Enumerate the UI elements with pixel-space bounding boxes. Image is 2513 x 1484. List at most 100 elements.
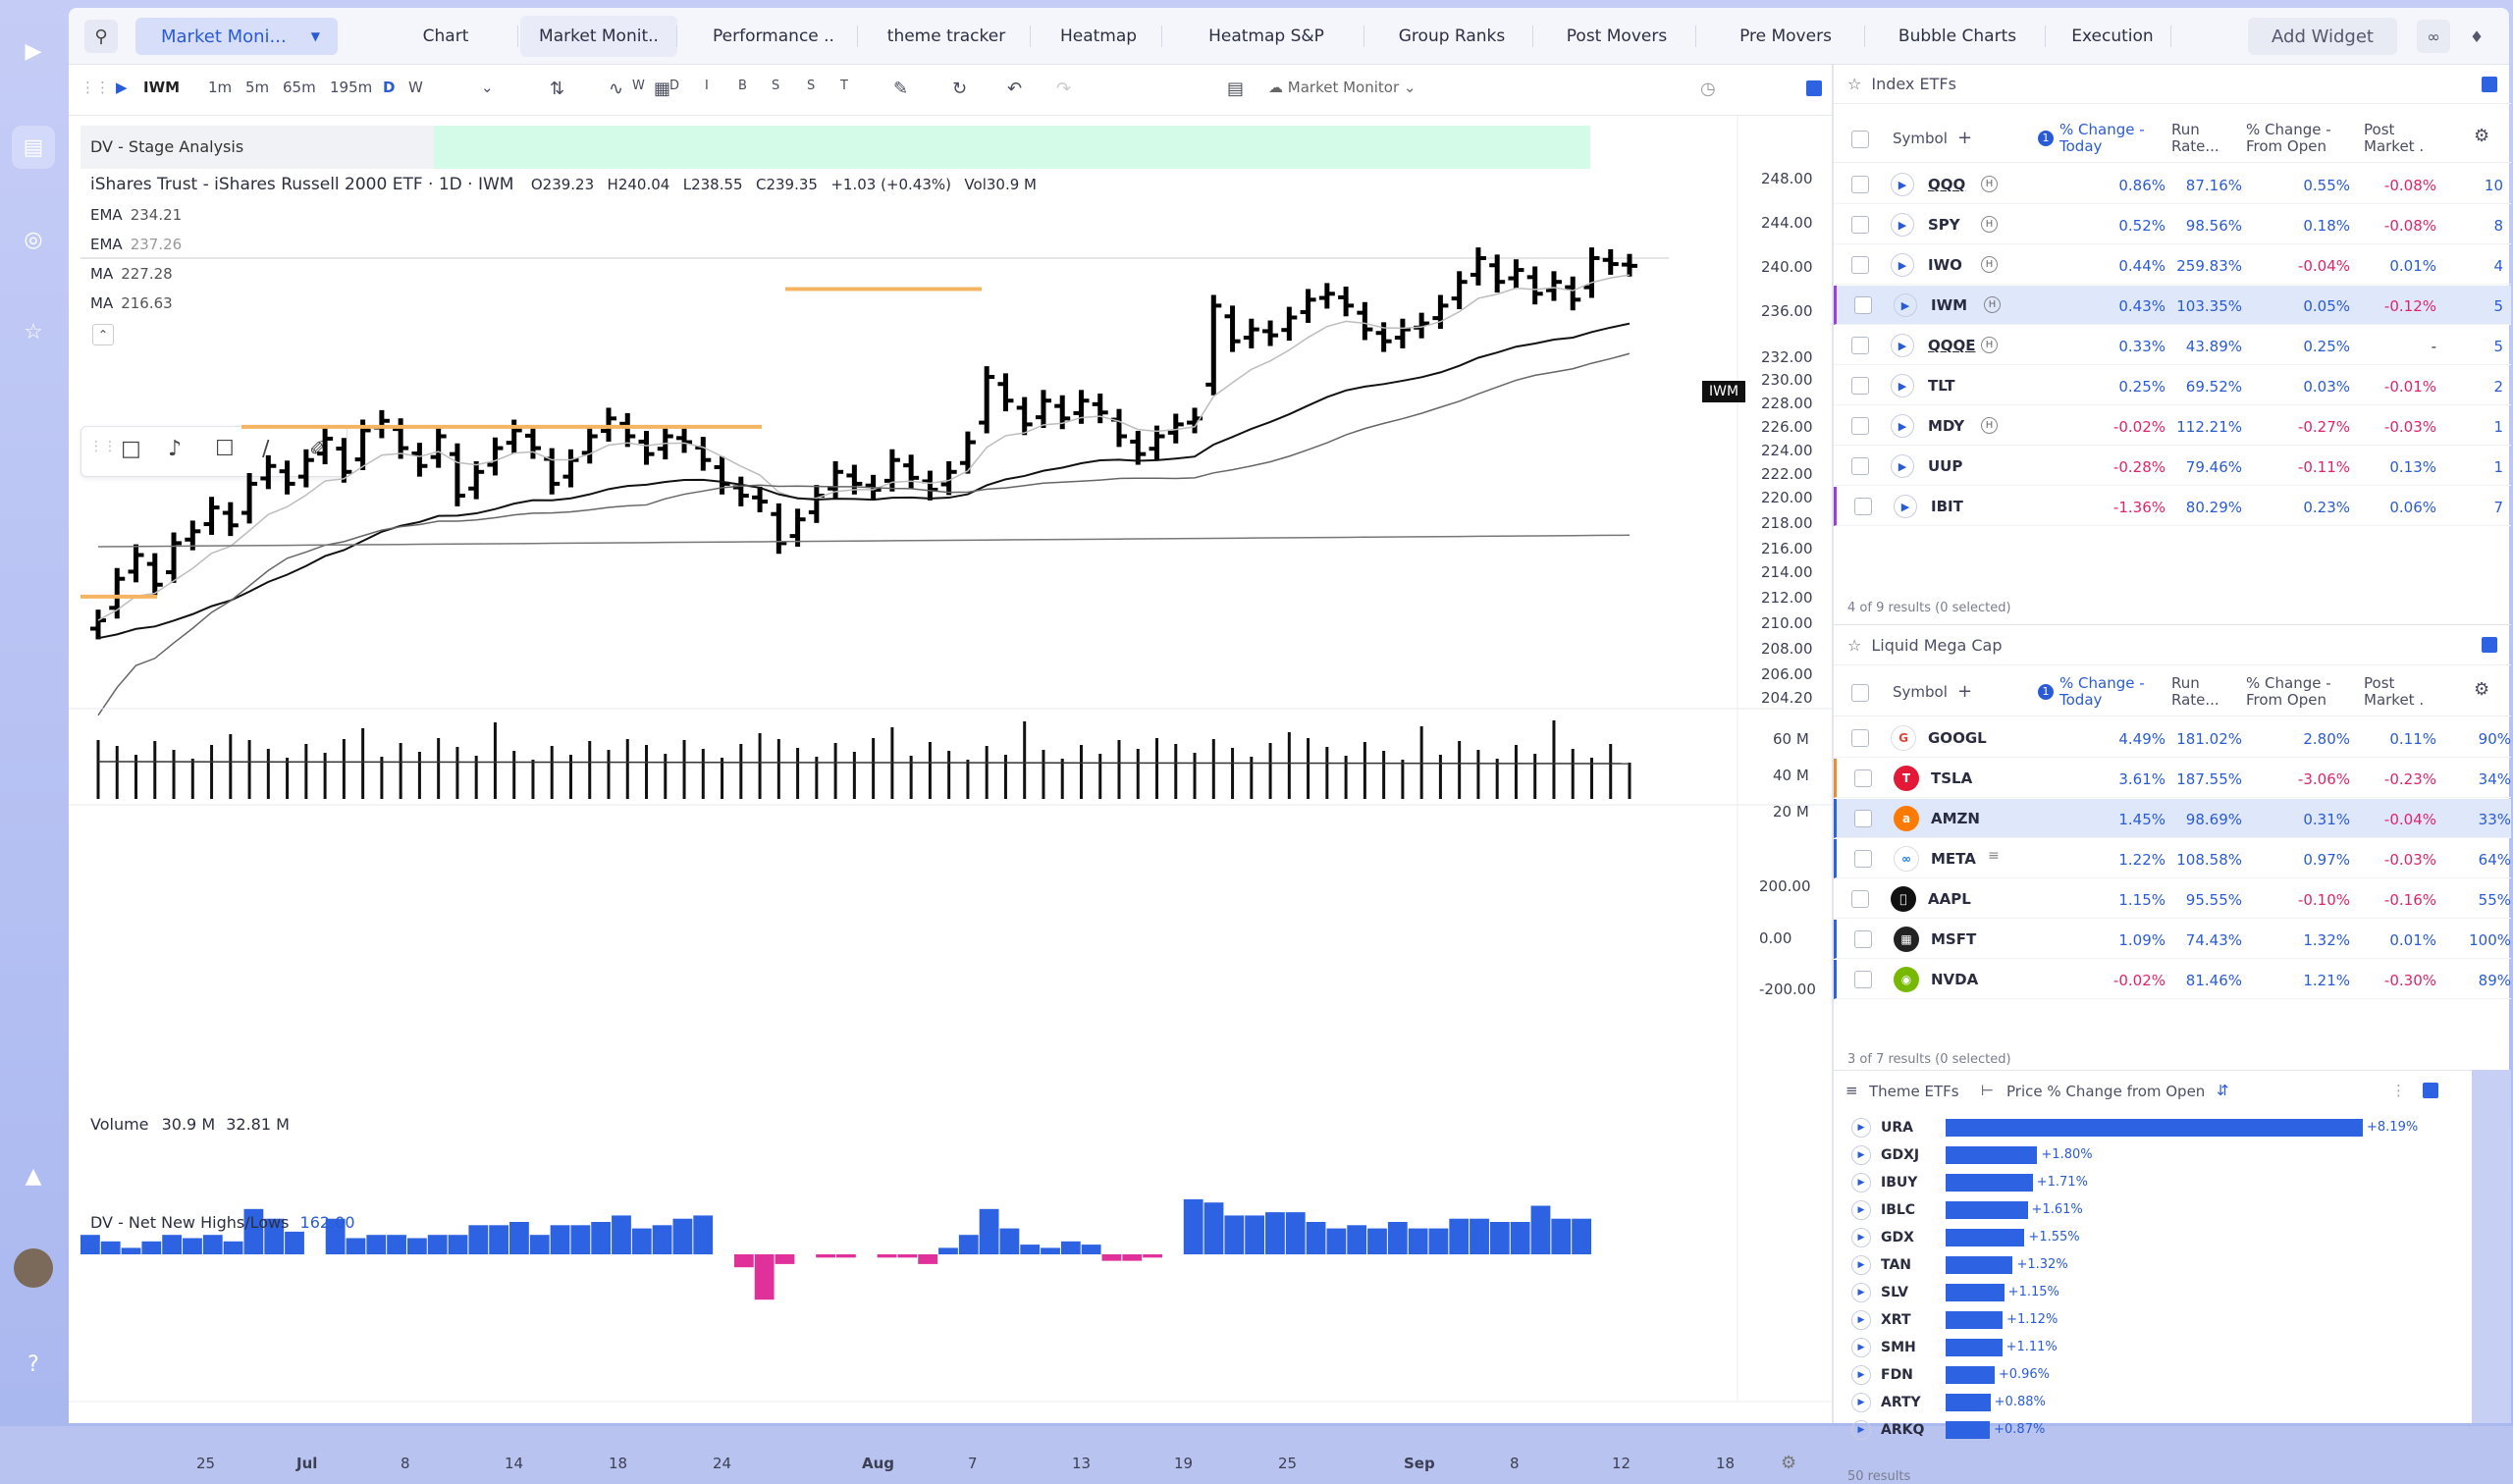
table-row[interactable]: ▶ QQQE H 0.33% 43.89% 0.25% - 5 (1834, 326, 2511, 365)
tab-group-ranks[interactable]: Group Ranks (1370, 16, 1533, 57)
play-icon[interactable]: ▶ (1851, 1200, 1871, 1220)
row-checkbox[interactable] (1854, 296, 1872, 314)
quick-button-1[interactable]: D (669, 79, 679, 93)
row-checkbox[interactable] (1851, 176, 1869, 193)
bell-icon[interactable]: ♦ (2460, 20, 2493, 53)
table-row[interactable]: T TSLA 3.61% 187.55% -3.06% -0.23% 34% (1834, 759, 2511, 798)
avatar[interactable] (14, 1248, 53, 1288)
collapse-legend-button[interactable]: ⌃ (92, 324, 114, 345)
quick-button-4[interactable]: S (772, 79, 779, 93)
column-symbol[interactable]: Symbol (1893, 131, 1948, 147)
theme-symbol[interactable]: SLV (1881, 1285, 1908, 1300)
settings-gear-icon[interactable]: ⚙ (2474, 128, 2489, 145)
symbol-input[interactable]: IWM (143, 79, 180, 96)
play-icon[interactable]: ▶ (1851, 1393, 1871, 1412)
pencil-icon[interactable]: ✎ (893, 79, 908, 99)
list-item[interactable]: ▶ TAN +1.32% (1834, 1251, 2511, 1279)
drag-handle-icon[interactable]: ⋮⋮ (89, 439, 117, 454)
row-checkbox[interactable] (1851, 890, 1869, 908)
theme-symbol[interactable]: XRT (1881, 1312, 1911, 1328)
play-icon[interactable]: ▶ (1851, 1228, 1871, 1247)
quick-button-2[interactable]: I (705, 79, 709, 93)
quick-button-0[interactable]: W (632, 79, 645, 93)
quick-button-6[interactable]: T (840, 79, 848, 93)
table-row[interactable]: ▶ MDY H -0.02% 112.21% -0.27% -0.03% 1 (1834, 406, 2511, 446)
row-symbol[interactable]: MSFT (1931, 930, 1976, 948)
column-change-today[interactable]: % Change - Today (2059, 675, 2148, 709)
star-icon[interactable]: ☆ (1847, 75, 1861, 93)
help-icon[interactable]: ? (12, 1343, 55, 1386)
indicators-icon[interactable]: ∿ (609, 79, 623, 99)
table-row[interactable]: ▶ TLT 0.25% 69.52% 0.03% -0.01% 2 (1834, 366, 2511, 405)
layout-grid-icon[interactable]: ▦ (654, 79, 670, 99)
education-icon[interactable]: ▲ (12, 1154, 55, 1197)
trendline-icon[interactable]: ∕ (262, 437, 269, 461)
tab-execution[interactable]: Execution (2054, 16, 2171, 57)
table-row[interactable]: ▶ SPY H 0.52% 98.56% 0.18% -0.08% 8 (1834, 205, 2511, 244)
row-symbol[interactable]: IBIT (1931, 498, 1963, 515)
tab-market-monit[interactable]: Market Monit.. (520, 16, 677, 57)
row-checkbox[interactable] (1854, 971, 1872, 988)
row-symbol[interactable]: GOOGL (1928, 729, 1987, 747)
row-checkbox[interactable] (1851, 216, 1869, 234)
template-icon[interactable]: ▤ (1227, 79, 1244, 99)
holdings-icon[interactable]: H (1984, 296, 2001, 313)
tab-theme-tracker[interactable]: theme tracker (862, 16, 1031, 57)
play-icon[interactable]: ▶ (116, 79, 128, 96)
list-item[interactable]: ▶ FDN +0.96% (1834, 1361, 2511, 1389)
row-checkbox[interactable] (1854, 930, 1872, 948)
tab-post-movers[interactable]: Post Movers (1537, 16, 1696, 57)
fib-icon[interactable]: ♪ (168, 437, 182, 461)
logo-icon[interactable]: ▶ (12, 29, 55, 73)
list-item[interactable]: ▶ GDX +1.55% (1834, 1224, 2511, 1251)
interval-5m[interactable]: 5m (245, 79, 269, 96)
table-row[interactable]: ▶ IBIT -1.36% 80.29% 0.23% 0.06% 7 (1834, 487, 2511, 526)
play-icon[interactable]: ▶ (1851, 1338, 1871, 1357)
link-color-icon[interactable] (2423, 1083, 2438, 1098)
table-row[interactable]: ▶ IWM H 0.43% 103.35% 0.05% -0.12% 5 (1834, 286, 2511, 325)
column-post-market[interactable]: Post Market . (2364, 675, 2442, 709)
table-row[interactable]: ▦ MSFT 1.09% 74.43% 1.32% 0.01% 100% (1834, 920, 2511, 959)
theme-symbol[interactable]: ARTY (1881, 1395, 1921, 1410)
column-run-rate[interactable]: Run Rate... (2171, 122, 2230, 155)
holdings-icon[interactable]: H (1981, 417, 1998, 434)
tab-performance[interactable]: Performance .. (689, 16, 858, 57)
list-item[interactable]: ▶ GDXJ +1.80% (1834, 1141, 2511, 1169)
link-color-icon[interactable] (2482, 77, 2497, 92)
row-symbol[interactable]: IWM (1931, 296, 1967, 314)
undo-icon[interactable]: ↶ (1007, 79, 1022, 99)
link-color-icon[interactable] (1806, 80, 1822, 96)
star-icon[interactable]: ☆ (1847, 636, 1861, 655)
play-icon[interactable]: ▶ (1851, 1173, 1871, 1192)
row-symbol[interactable]: IWO (1928, 256, 1962, 274)
table-row[interactable]:  AAPL 1.15% 95.55% -0.10% -0.16% 55% (1834, 879, 2511, 919)
interval-65m[interactable]: 65m (283, 79, 316, 96)
row-checkbox[interactable] (1851, 457, 1869, 475)
table-row[interactable]: ▶ UUP -0.28% 79.46% -0.11% 0.13% 1 (1834, 447, 2511, 486)
row-checkbox[interactable] (1854, 810, 1872, 827)
play-icon[interactable]: ▶ (1894, 293, 1917, 317)
theme-symbol[interactable]: IBLC (1881, 1202, 1915, 1218)
table-row[interactable]: ∞ META ≡ 1.22% 108.58% 0.97% -0.03% 64% (1834, 839, 2511, 878)
sort-icon[interactable]: ⇵ (2217, 1082, 2229, 1099)
refresh-icon[interactable]: ↻ (952, 79, 967, 99)
play-icon[interactable]: ▶ (1851, 1255, 1871, 1275)
column-change-open[interactable]: % Change - From Open (2246, 122, 2350, 155)
chevron-down-icon[interactable]: ⌄ (481, 79, 494, 96)
tab-chart[interactable]: Chart (373, 16, 518, 57)
list-item[interactable]: ▶ ARTY +0.88% (1834, 1389, 2511, 1416)
select-all-checkbox[interactable] (1851, 684, 1869, 702)
list-icon[interactable]: ≡ (1845, 1082, 1858, 1099)
play-icon[interactable]: ▶ (1891, 213, 1914, 237)
quick-button-3[interactable]: B (738, 79, 747, 93)
theme-symbol[interactable]: GDXJ (1881, 1147, 1919, 1163)
play-icon[interactable]: ▶ (1891, 253, 1914, 277)
column-change-today[interactable]: % Change - Today (2059, 122, 2148, 155)
theme-symbol[interactable]: FDN (1881, 1367, 1913, 1383)
row-symbol[interactable]: QQQE (1928, 337, 1976, 354)
table-row[interactable]: ◉ NVDA -0.02% 81.46% 1.21% -0.30% 89% (1834, 960, 2511, 999)
column-change-open[interactable]: % Change - From Open (2246, 675, 2350, 709)
row-checkbox[interactable] (1851, 417, 1869, 435)
theme-symbol[interactable]: GDX (1881, 1230, 1914, 1246)
list-item[interactable]: ▶ URA +8.19% (1834, 1114, 2511, 1141)
